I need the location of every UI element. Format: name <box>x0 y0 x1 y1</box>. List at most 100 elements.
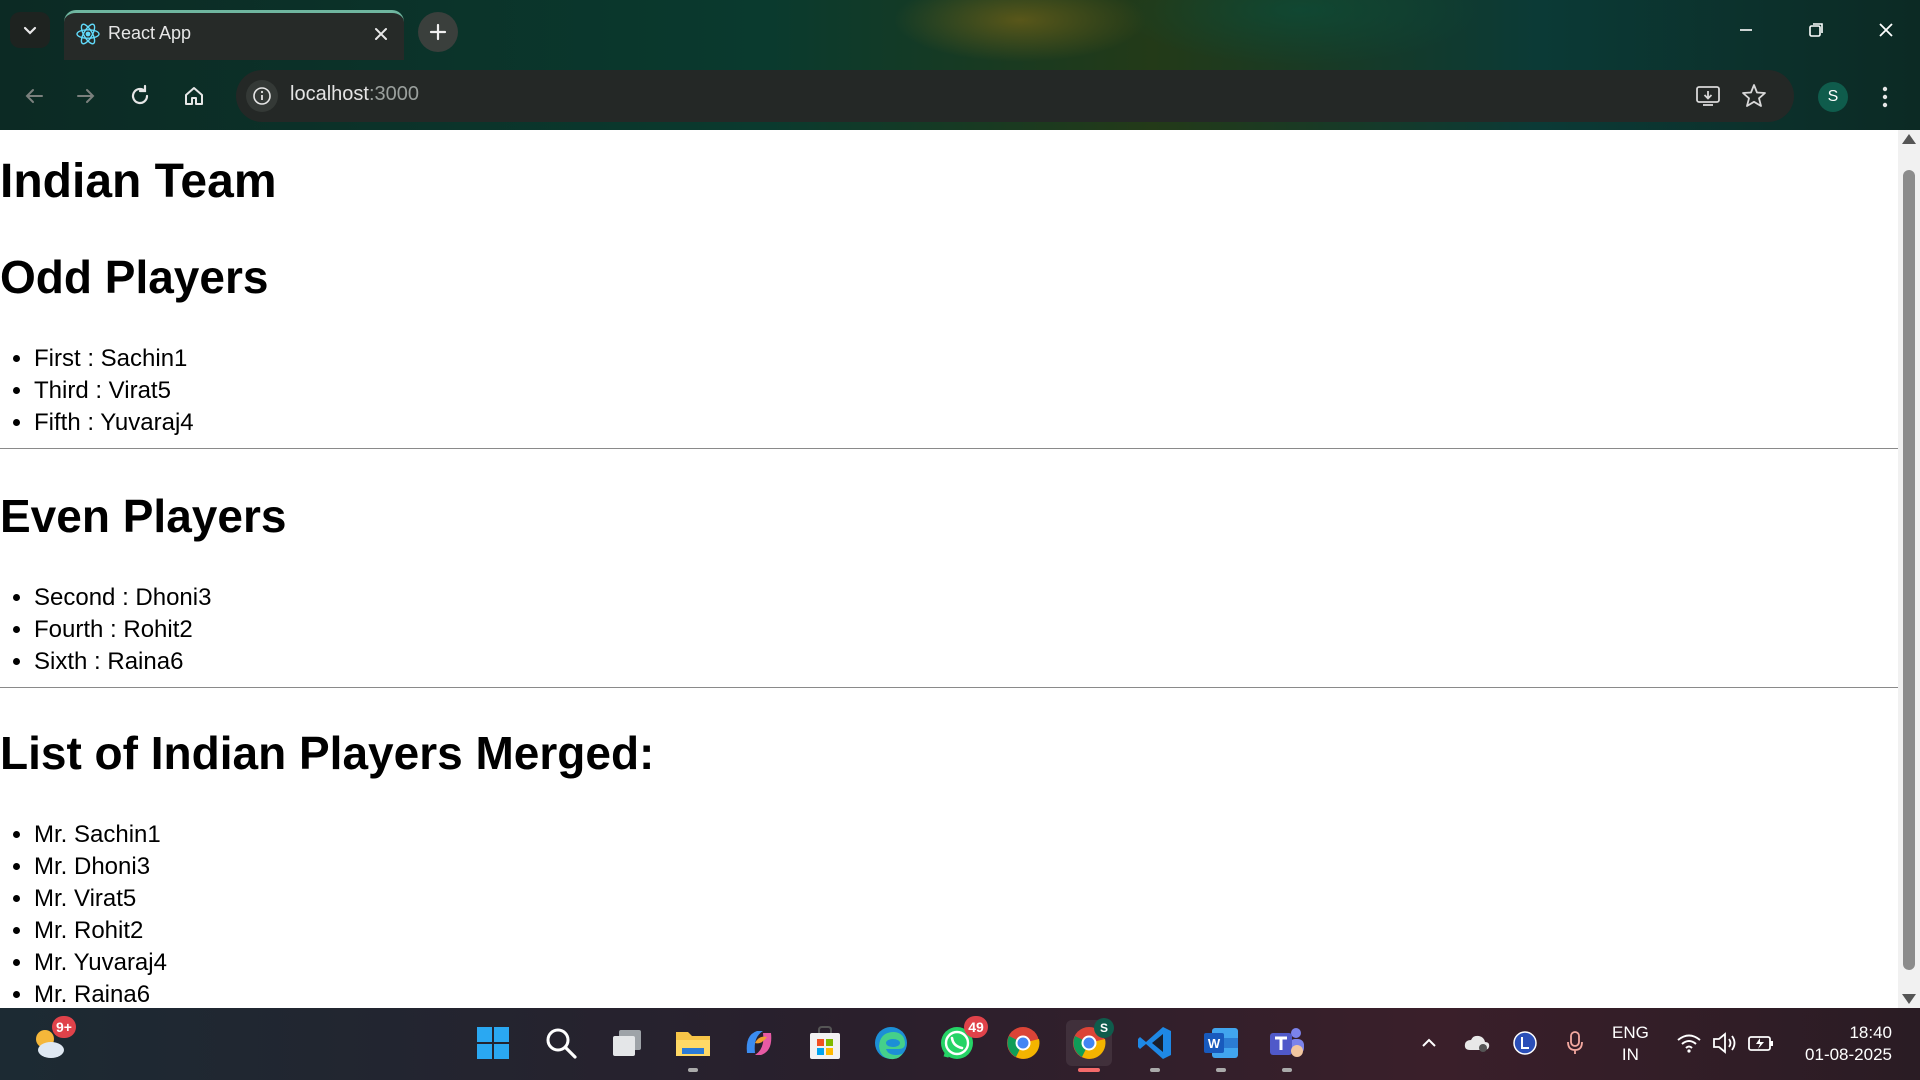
info-icon <box>253 87 271 105</box>
url-text[interactable]: localhost:3000 <box>290 83 419 106</box>
microphone-icon <box>1567 1031 1583 1054</box>
even-players-heading: Even Players <box>0 490 287 542</box>
forward-button[interactable] <box>66 76 106 116</box>
profile-avatar[interactable]: S <box>1818 82 1848 112</box>
speaker-icon <box>1713 1032 1736 1054</box>
taskbar-whatsapp[interactable]: 49 <box>934 1016 988 1066</box>
task-view-button[interactable] <box>604 1020 650 1066</box>
system-clock[interactable]: 18:40 01-08-2025 <box>1796 1022 1892 1066</box>
react-logo-icon <box>76 23 100 45</box>
windows-logo-icon <box>477 1027 509 1059</box>
restore-icon <box>1809 23 1823 37</box>
tab-react-app[interactable]: React App <box>64 10 404 60</box>
list-item: Mr. Raina6 <box>34 979 167 1008</box>
taskbar-edge[interactable] <box>868 1020 914 1066</box>
list-item: Mr. Sachin1 <box>34 819 167 851</box>
cloud-icon <box>1464 1035 1490 1052</box>
running-indicator <box>688 1068 698 1072</box>
taskbar-word[interactable]: W <box>1198 1020 1244 1072</box>
teams-icon <box>1270 1028 1304 1057</box>
kebab-menu-icon[interactable] <box>1870 82 1900 112</box>
input-language-indicator[interactable]: ENG IN <box>1612 1022 1649 1066</box>
start-button[interactable] <box>470 1020 516 1066</box>
battery-charging-icon <box>1748 1036 1773 1051</box>
weather-badge: 9+ <box>52 1016 76 1038</box>
divider <box>0 448 1898 449</box>
copilot-icon <box>746 1031 772 1055</box>
clock-time: 18:40 <box>1849 1023 1892 1042</box>
plus-icon <box>429 23 447 41</box>
volume-tray[interactable] <box>1710 1028 1740 1058</box>
close-icon <box>1879 23 1893 37</box>
taskbar-microsoft-store[interactable] <box>802 1020 848 1066</box>
arrow-right-icon <box>77 89 95 103</box>
chrome-profile-badge: S <box>1094 1018 1114 1038</box>
weather-widget[interactable]: 9+ <box>26 1016 76 1066</box>
odd-players-list: First : Sachin1 Third : Virat5 Fifth : Y… <box>0 343 194 439</box>
taskbar-copilot[interactable] <box>736 1020 782 1066</box>
show-hidden-icons-button[interactable] <box>1414 1028 1444 1058</box>
language-tray[interactable] <box>1510 1028 1540 1058</box>
chrome-icon <box>1007 1027 1040 1059</box>
install-app-icon[interactable] <box>1694 82 1722 110</box>
tab-search-button[interactable] <box>10 12 50 48</box>
store-icon <box>810 1026 840 1059</box>
taskbar-chrome-profile[interactable]: S <box>1066 1018 1114 1072</box>
url-host: localhost <box>290 83 369 105</box>
list-item: Mr. Rohit2 <box>34 915 167 947</box>
browser-chrome: React App localhost:3000 S <box>0 0 1920 130</box>
even-players-list: Second : Dhoni3 Fourth : Rohit2 Sixth : … <box>0 582 211 678</box>
onedrive-tray[interactable] <box>1462 1028 1492 1058</box>
tab-title: React App <box>108 23 192 43</box>
list-item: Fifth : Yuvaraj4 <box>34 407 194 439</box>
new-tab-button[interactable] <box>418 12 458 52</box>
scroll-down-arrow-icon[interactable] <box>1902 994 1916 1004</box>
page-content: Indian Team Odd Players First : Sachin1 … <box>0 130 1898 1008</box>
url-port: :3000 <box>368 83 419 105</box>
clock-date: 01-08-2025 <box>1805 1045 1892 1064</box>
whatsapp-badge: 49 <box>964 1016 988 1038</box>
site-info-button[interactable] <box>246 80 278 112</box>
running-indicator <box>1216 1068 1226 1072</box>
back-button[interactable] <box>14 76 54 116</box>
close-window-button[interactable] <box>1866 14 1906 46</box>
word-icon: W <box>1204 1028 1238 1058</box>
address-bar[interactable]: localhost:3000 <box>236 70 1794 122</box>
taskbar-chrome[interactable] <box>1000 1020 1046 1066</box>
taskbar-search-button[interactable] <box>538 1020 584 1066</box>
scroll-up-arrow-icon[interactable] <box>1902 134 1916 144</box>
microphone-tray[interactable] <box>1560 1028 1590 1058</box>
minimize-icon <box>1740 29 1752 31</box>
minimize-button[interactable] <box>1726 14 1766 46</box>
list-item: Mr. Yuvaraj4 <box>34 947 167 979</box>
taskbar-teams[interactable] <box>1264 1020 1310 1072</box>
restore-button[interactable] <box>1796 14 1836 46</box>
running-indicator <box>1282 1068 1292 1072</box>
reload-button[interactable] <box>120 76 160 116</box>
list-item: Mr. Dhoni3 <box>34 851 167 883</box>
list-item: Second : Dhoni3 <box>34 582 211 614</box>
wifi-icon <box>1677 1034 1701 1053</box>
taskbar-file-explorer[interactable] <box>670 1020 716 1072</box>
merged-players-heading: List of Indian Players Merged: <box>0 727 655 779</box>
wifi-tray[interactable] <box>1674 1028 1704 1058</box>
taskbar-vscode[interactable] <box>1132 1020 1178 1072</box>
home-button[interactable] <box>174 76 214 116</box>
odd-players-heading: Odd Players <box>0 251 269 303</box>
list-item: Mr. Virat5 <box>34 883 167 915</box>
page-title: Indian Team <box>0 155 277 208</box>
battery-tray[interactable] <box>1746 1028 1776 1058</box>
page-scrollbar[interactable] <box>1898 130 1920 1008</box>
running-indicator <box>1150 1068 1160 1072</box>
chevron-up-icon <box>1422 1038 1436 1047</box>
scroll-thumb[interactable] <box>1903 170 1915 970</box>
close-tab-icon[interactable] <box>370 23 392 45</box>
windows-taskbar: 9+ 49 S W ENG IN 18:40 01-08-2025 <box>0 1008 1920 1080</box>
star-icon[interactable] <box>1740 82 1768 110</box>
list-item: Sixth : Raina6 <box>34 646 211 678</box>
region-code: IN <box>1621 1045 1639 1064</box>
chevron-down-icon <box>23 26 37 35</box>
language-code: ENG <box>1612 1023 1649 1042</box>
svg-text:W: W <box>1208 1036 1221 1051</box>
vscode-icon <box>1138 1027 1171 1059</box>
